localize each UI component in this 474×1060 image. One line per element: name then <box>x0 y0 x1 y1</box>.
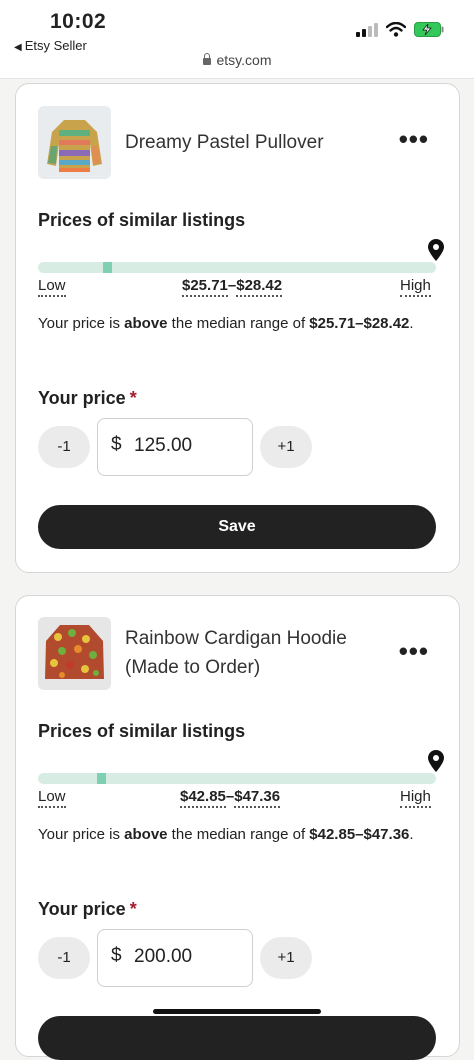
price-range-bar <box>38 262 436 273</box>
note-prefix: Your price is <box>38 315 125 332</box>
map-pin-icon <box>428 750 444 772</box>
listing-thumbnail[interactable] <box>38 106 111 179</box>
currency-symbol: $ <box>111 434 122 455</box>
price-value: 200.00 <box>134 946 193 967</box>
back-to-app-link[interactable]: ◀ Etsy Seller <box>14 38 87 53</box>
required-marker: * <box>129 899 137 919</box>
more-horizontal-icon[interactable]: ••• <box>399 636 429 667</box>
your-price-label: Your price <box>38 899 126 919</box>
listing-card: Dreamy Pastel Pullover ••• Prices of sim… <box>15 83 460 573</box>
decrease-price-button[interactable]: -1 <box>38 426 90 468</box>
url-text: etsy.com <box>216 52 272 68</box>
median-range-marker <box>97 773 106 784</box>
lock-icon <box>202 53 211 65</box>
home-indicator[interactable] <box>153 1009 321 1014</box>
note-end: . <box>409 315 414 332</box>
range-high-value: $28.42 <box>236 277 283 297</box>
increase-price-button[interactable]: +1 <box>260 937 312 979</box>
range-separator: – <box>225 788 235 805</box>
listing-card: Rainbow Cardigan Hoodie (Made to Order) … <box>15 595 460 1060</box>
similar-prices-heading: Prices of similar listings <box>38 721 246 741</box>
price-range-bar <box>38 773 436 784</box>
more-horizontal-icon[interactable]: ••• <box>399 124 429 155</box>
url-bar[interactable]: etsy.com <box>0 52 474 68</box>
your-price-heading: Your price * <box>38 899 137 920</box>
note-mid: the median range of <box>167 315 310 332</box>
range-separator: – <box>227 277 237 294</box>
similar-prices-heading: Prices of similar listings <box>38 210 246 230</box>
price-position-note: Your price is above the median range of … <box>38 823 438 847</box>
listing-title[interactable]: Dreamy Pastel Pullover <box>125 128 324 157</box>
price-input[interactable]: $ 200.00 <box>97 929 253 987</box>
wifi-icon <box>386 22 406 37</box>
note-range: $42.85–$47.36 <box>309 826 410 843</box>
currency-symbol: $ <box>111 945 122 966</box>
decrease-price-button[interactable]: -1 <box>38 937 90 979</box>
required-marker: * <box>129 388 137 408</box>
cellular-signal-icon <box>356 22 378 37</box>
note-end: . <box>409 826 414 843</box>
increase-price-button[interactable]: +1 <box>260 426 312 468</box>
back-app-label: Etsy Seller <box>24 38 87 53</box>
median-range-label[interactable]: $42.85–$47.36 <box>180 788 281 808</box>
price-value: 125.00 <box>134 435 193 456</box>
save-button[interactable] <box>38 1016 436 1060</box>
your-price-label: Your price <box>38 388 126 408</box>
high-label[interactable]: High <box>400 788 431 808</box>
price-position-note: Your price is above the median range of … <box>38 312 438 336</box>
range-low-value: $25.71 <box>182 277 228 297</box>
median-range-marker <box>103 262 112 273</box>
listing-thumbnail[interactable] <box>38 617 111 690</box>
note-prefix: Your price is <box>38 826 125 843</box>
browser-top-bar: 10:02 ◀ Etsy Seller etsy.com <box>0 0 474 79</box>
battery-charging-icon <box>414 22 444 37</box>
note-bold: above <box>124 826 168 843</box>
low-label[interactable]: Low <box>38 788 66 808</box>
map-pin-icon <box>428 239 444 261</box>
note-bold: above <box>124 315 168 332</box>
status-time: 10:02 <box>50 10 107 33</box>
your-price-heading: Your price * <box>38 388 137 409</box>
listing-title[interactable]: Rainbow Cardigan Hoodie (Made to Order) <box>125 624 347 682</box>
note-range: $25.71–$28.42 <box>309 315 410 332</box>
range-high-value: $47.36 <box>234 788 281 808</box>
low-label[interactable]: Low <box>38 277 66 297</box>
status-icons <box>356 22 444 37</box>
save-button[interactable]: Save <box>38 505 436 549</box>
listing-title-line1: Rainbow Cardigan Hoodie <box>125 628 347 649</box>
price-input[interactable]: $ 125.00 <box>97 418 253 476</box>
note-mid: the median range of <box>167 826 310 843</box>
listing-title-line2: (Made to Order) <box>125 657 261 678</box>
high-label[interactable]: High <box>400 277 431 297</box>
median-range-label[interactable]: $25.71–$28.42 <box>182 277 283 297</box>
range-low-value: $42.85 <box>180 788 226 808</box>
